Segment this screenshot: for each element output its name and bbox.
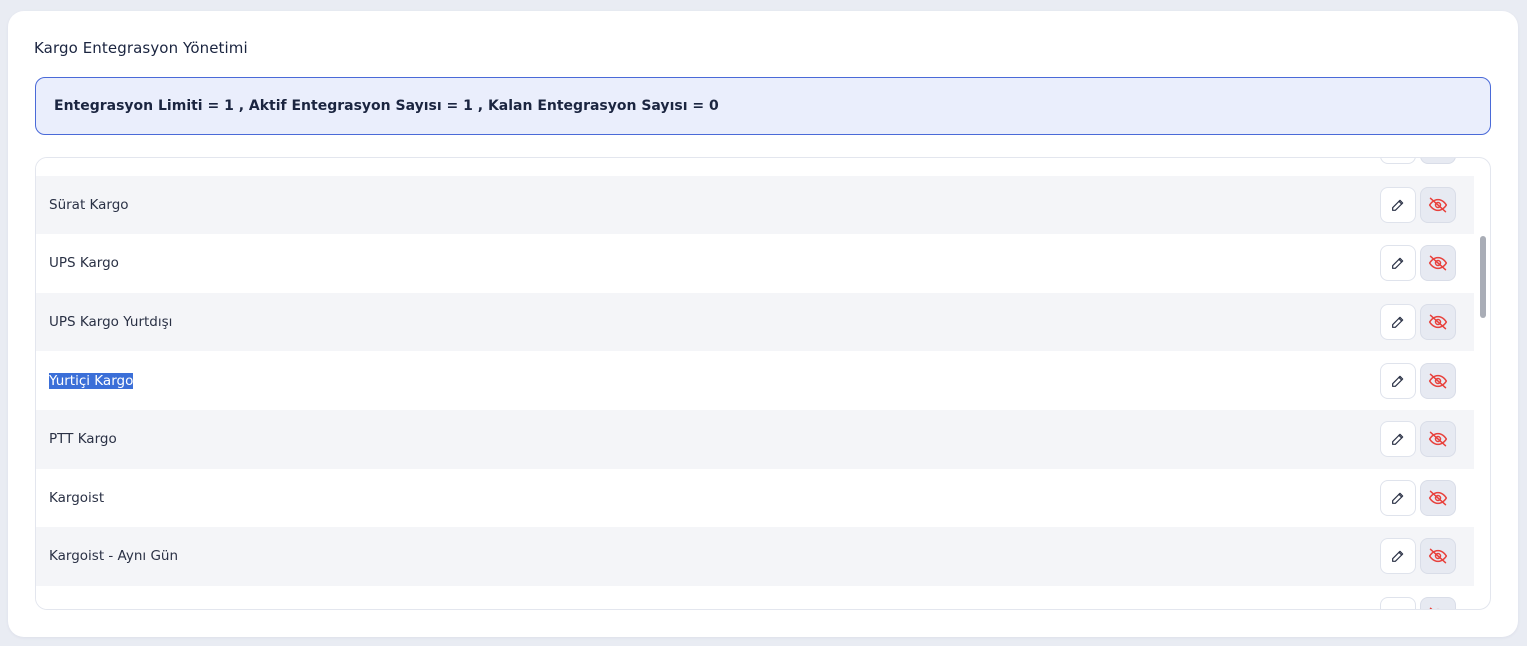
toggle-visibility-button[interactable]: [1420, 186, 1456, 223]
row-actions: [1380, 245, 1456, 282]
edit-button[interactable]: [1380, 245, 1416, 282]
pencil-icon: [1390, 314, 1406, 330]
eye-off-icon: [1428, 546, 1448, 566]
edit-button[interactable]: [1380, 421, 1416, 458]
eye-off-icon: [1428, 312, 1448, 332]
cargo-name: Yurtiçi Kargo: [49, 372, 134, 389]
list-item[interactable]: Yurtiçi Kargo: [36, 351, 1474, 410]
list-item[interactable]: UPS Kargo: [36, 234, 1474, 293]
pencil-icon: [1390, 197, 1406, 213]
cargo-list-rows: Sürat Kargo UPS Kargo UPS Kargo Yurtdışı Yu…: [36, 158, 1474, 609]
row-actions: [1380, 538, 1456, 575]
row-actions: [1380, 597, 1456, 609]
row-actions: [1380, 158, 1456, 165]
integration-limit-info: Entegrasyon Limiti = 1 , Aktif Entegrasy…: [35, 77, 1491, 135]
edit-button[interactable]: [1380, 158, 1416, 165]
eye-off-icon: [1428, 371, 1448, 391]
row-actions: [1380, 421, 1456, 458]
cargo-name: UPS Kargo Yurtdışı: [49, 314, 173, 331]
list-scrollbar[interactable]: [1480, 236, 1486, 318]
eye-off-icon: [1428, 488, 1448, 508]
integration-limit-text: Entegrasyon Limiti = 1 , Aktif Entegrasy…: [54, 98, 719, 114]
edit-button[interactable]: [1380, 186, 1416, 223]
cargo-name: UPS Kargo: [49, 255, 119, 272]
edit-button[interactable]: [1380, 304, 1416, 341]
toggle-visibility-button[interactable]: [1420, 245, 1456, 282]
list-item[interactable]: Sürat Kargo: [36, 175, 1474, 235]
eye-off-icon: [1428, 253, 1448, 273]
edit-button[interactable]: [1380, 538, 1416, 575]
list-item[interactable]: [36, 158, 1474, 176]
eye-off-icon: [1428, 429, 1448, 449]
toggle-visibility-button[interactable]: [1420, 362, 1456, 399]
edit-button[interactable]: [1380, 479, 1416, 516]
toggle-visibility-button[interactable]: [1420, 158, 1456, 165]
row-actions: [1380, 186, 1456, 223]
toggle-visibility-button[interactable]: [1420, 538, 1456, 575]
pencil-icon: [1390, 255, 1406, 271]
edit-button[interactable]: [1380, 362, 1416, 399]
cargo-name: Sürat Kargo: [49, 196, 129, 213]
row-actions: [1380, 479, 1456, 516]
toggle-visibility-button[interactable]: [1420, 479, 1456, 516]
pencil-icon: [1390, 490, 1406, 506]
cargo-list[interactable]: Sürat Kargo UPS Kargo UPS Kargo Yurtdışı Yu…: [35, 157, 1491, 610]
pencil-icon: [1390, 607, 1406, 609]
cargo-name: Kargoist - Aynı Gün: [49, 548, 179, 565]
edit-button[interactable]: [1380, 597, 1416, 609]
list-item[interactable]: [36, 585, 1474, 609]
list-item[interactable]: Kargoist: [36, 468, 1474, 528]
toggle-visibility-button[interactable]: [1420, 597, 1456, 609]
eye-off-icon: [1428, 605, 1448, 609]
list-item[interactable]: UPS Kargo Yurtdışı: [36, 292, 1474, 352]
list-item[interactable]: Kargoist - Aynı Gün: [36, 527, 1474, 586]
row-actions: [1380, 362, 1456, 399]
toggle-visibility-button[interactable]: [1420, 421, 1456, 458]
page-title: Kargo Entegrasyon Yönetimi: [34, 39, 248, 57]
eye-off-icon: [1428, 195, 1448, 215]
pencil-icon: [1390, 548, 1406, 564]
pencil-icon: [1390, 431, 1406, 447]
cargo-name: Kargoist: [49, 489, 105, 506]
pencil-icon: [1390, 373, 1406, 389]
cargo-integration-card: Kargo Entegrasyon Yönetimi Entegrasyon L…: [8, 11, 1518, 637]
row-actions: [1380, 304, 1456, 341]
cargo-name: PTT Kargo: [49, 431, 117, 448]
list-item[interactable]: PTT Kargo: [36, 409, 1474, 469]
toggle-visibility-button[interactable]: [1420, 304, 1456, 341]
